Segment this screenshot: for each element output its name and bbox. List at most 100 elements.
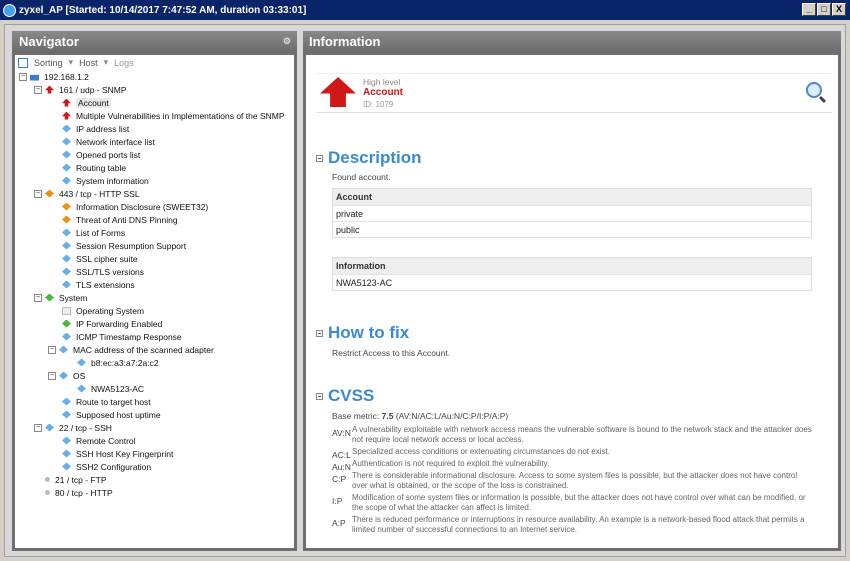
information-body[interactable]: High level Account ID: 1079 Description …	[306, 55, 838, 548]
host-dropdown-icon[interactable]: ▾	[104, 57, 109, 68]
tree-node-port[interactable]: −443 / tcp - HTTP SSL	[34, 187, 140, 200]
tree-node-vulnerability[interactable]: Account	[62, 96, 111, 109]
cvss-section-title[interactable]: CVSS	[316, 386, 374, 406]
info-icon	[62, 176, 71, 185]
info-icon	[62, 462, 71, 471]
cvss-vector: (AV:N/AC:L/Au:N/C:P/I:P/A:P)	[395, 411, 509, 421]
sorting-menu[interactable]: Sorting	[34, 58, 63, 68]
tree-node-system[interactable]: − System	[34, 291, 87, 304]
tree-node-port[interactable]: −22 / tcp - SSH	[34, 421, 112, 434]
sorting-icon[interactable]	[18, 57, 28, 68]
collapse-icon[interactable]: −	[48, 371, 56, 380]
tree-node-info[interactable]: ICMP Timestamp Response	[62, 330, 182, 343]
logs-menu[interactable]: Logs	[114, 58, 134, 68]
tree-node-info[interactable]: SSH2 Configuration	[62, 460, 151, 473]
collapse-icon[interactable]: −	[34, 85, 42, 94]
medium-severity-icon	[45, 189, 54, 198]
tree-node-port[interactable]: −161 / udp - SNMP	[34, 83, 127, 96]
information-table-header: Information	[333, 258, 811, 274]
info-icon	[59, 371, 68, 380]
high-severity-icon	[62, 111, 71, 120]
tree-node-info[interactable]: Remote Control	[62, 434, 136, 447]
tree-node-info[interactable]: Routing table	[62, 161, 126, 174]
tree-node-info[interactable]: List of Forms	[62, 226, 125, 239]
tree-node-info[interactable]: Network interface list	[62, 135, 155, 148]
info-icon	[62, 228, 71, 237]
info-icon	[62, 267, 71, 276]
navigator-toolbar: Sorting ▾ Host ▾ Logs	[15, 55, 294, 70]
account-table: Account private public	[332, 188, 812, 238]
info-icon	[62, 137, 71, 146]
window-controls: _ □ X	[802, 3, 846, 16]
window-titlebar[interactable]: zyxel_AP [Started: 10/14/2017 7:47:52 AM…	[0, 0, 850, 20]
tree-node-info[interactable]: Session Resumption Support	[62, 239, 186, 252]
sorting-dropdown-icon[interactable]: ▾	[69, 57, 74, 68]
low-severity-icon	[62, 319, 71, 328]
tree-node-info[interactable]: SSL/TLS versions	[62, 265, 144, 278]
tree-node-info[interactable]: SSH Host Key Fingerprint	[62, 447, 173, 460]
tree-node-info[interactable]: Opened ports list	[62, 148, 140, 161]
collapse-icon[interactable]: −	[34, 423, 42, 432]
info-icon	[45, 423, 54, 432]
navigator-title: Navigator	[19, 34, 79, 49]
collapse-section-icon[interactable]	[316, 154, 323, 162]
gear-icon[interactable]: ⚙	[283, 36, 291, 47]
tree-node-port[interactable]: 80 / tcp - HTTP	[45, 486, 113, 499]
minimize-button[interactable]: _	[802, 3, 816, 16]
info-icon	[62, 163, 71, 172]
information-header: Information	[303, 31, 841, 53]
collapse-icon[interactable]: −	[34, 189, 42, 198]
collapse-icon[interactable]: −	[48, 345, 56, 354]
collapse-section-icon[interactable]	[316, 329, 323, 337]
info-icon	[62, 254, 71, 263]
tree-node-info[interactable]: IP address list	[62, 122, 129, 135]
tree-node-info[interactable]: Operating System	[62, 304, 144, 317]
cvss-row: C:P There is considerable informational …	[332, 471, 798, 490]
host-icon	[30, 74, 39, 81]
tree-node-info[interactable]: System information	[62, 174, 149, 187]
account-table-header: Account	[333, 189, 811, 205]
collapse-icon[interactable]: −	[34, 293, 42, 302]
window-title: zyxel_AP [Started: 10/14/2017 7:47:52 AM…	[19, 4, 307, 16]
collapse-icon[interactable]: −	[19, 72, 27, 81]
info-icon	[62, 124, 71, 133]
host-menu[interactable]: Host	[79, 58, 98, 68]
medium-severity-icon	[62, 202, 71, 211]
vulnerability-summary: High level Account ID: 1079	[316, 73, 832, 113]
account-row: public	[333, 221, 811, 237]
tree-node-host[interactable]: −192.168.1.2	[19, 70, 89, 83]
magnifier-icon[interactable]	[806, 82, 822, 98]
tree-node-info[interactable]: Route to target host	[62, 395, 151, 408]
information-panel: Information High level Account ID: 1079 …	[303, 31, 841, 551]
tree-node-info[interactable]: Supposed host uptime	[62, 408, 161, 421]
info-icon	[62, 241, 71, 250]
tree-node-value[interactable]: NWA5123-AC	[77, 382, 144, 395]
description-section-title[interactable]: Description	[316, 148, 422, 168]
how-to-fix-section-title[interactable]: How to fix	[316, 323, 409, 343]
tree-node-info[interactable]: TLS extensions	[62, 278, 135, 291]
app-icon	[3, 3, 16, 17]
tree-node-value[interactable]: b8:ec:a3:a7:2a:c2	[77, 356, 159, 369]
navigator-panel: Navigator ⚙ Sorting ▾ Host ▾ Logs −192.1…	[12, 31, 297, 551]
tree-node-vulnerability[interactable]: Threat of Anti DNS Pinning	[62, 213, 178, 226]
tree-node-info[interactable]: − OS	[48, 369, 85, 382]
medium-severity-icon	[62, 215, 71, 224]
maximize-button[interactable]: □	[817, 3, 831, 16]
tree-node-vulnerability[interactable]: IP Forwarding Enabled	[62, 317, 162, 330]
cvss-base-metric: Base metric: 7.5 (AV:N/AC:L/Au:N/C:P/I:P…	[332, 411, 509, 421]
empty-port-icon	[45, 490, 50, 495]
info-icon	[62, 150, 71, 159]
navigator-body: Sorting ▾ Host ▾ Logs −192.168.1.2 −161 …	[15, 55, 294, 548]
high-severity-icon	[45, 85, 54, 94]
collapse-section-icon[interactable]	[316, 392, 323, 400]
tree-node-info[interactable]: SSL cipher suite	[62, 252, 138, 265]
info-icon	[62, 436, 71, 445]
navigator-header: Navigator ⚙	[12, 31, 297, 53]
tree-node-vulnerability[interactable]: Information Disclosure (SWEET32)	[62, 200, 208, 213]
tree-node-vulnerability[interactable]: Multiple Vulnerabilities in Implementati…	[62, 109, 285, 122]
tree-node-info[interactable]: − MAC address of the scanned adapter	[48, 343, 214, 356]
tree-node-port[interactable]: 21 / tcp - FTP	[45, 473, 107, 486]
cvss-base-score: 7.5	[381, 411, 394, 421]
close-button[interactable]: X	[832, 3, 846, 16]
info-icon	[62, 449, 71, 458]
